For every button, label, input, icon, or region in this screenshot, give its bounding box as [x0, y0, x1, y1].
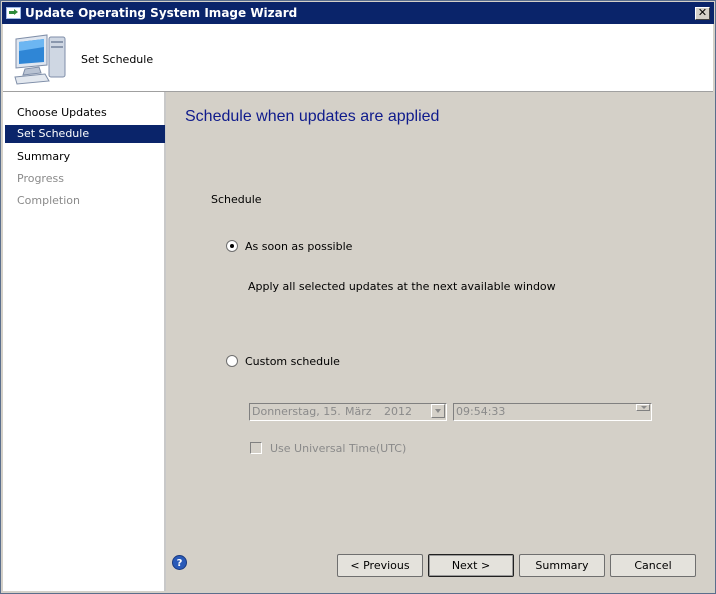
asap-description: Apply all selected updates at the next a…	[248, 280, 556, 293]
wizard-header: Set Schedule	[3, 24, 713, 92]
close-button[interactable]: ✕	[695, 7, 710, 20]
custom-schedule-label[interactable]: Custom schedule	[245, 355, 340, 368]
time-picker[interactable]: 09:54:33	[453, 403, 652, 421]
utc-checkbox-label[interactable]: Use Universal Time(UTC)	[270, 442, 406, 455]
date-picker[interactable]: Donnerstag, 15. März 2012	[249, 403, 447, 421]
utc-checkbox[interactable]	[250, 442, 262, 454]
custom-schedule-radio[interactable]	[226, 355, 238, 367]
time-value: 09:54:33	[456, 405, 506, 418]
previous-button[interactable]: < Previous	[337, 554, 423, 577]
page-title: Schedule when updates are applied	[185, 108, 440, 125]
asap-radio-label[interactable]: As soon as possible	[245, 240, 352, 253]
spin-down-icon[interactable]	[636, 404, 650, 411]
asap-radio[interactable]	[226, 240, 238, 252]
cancel-button[interactable]: Cancel	[610, 554, 696, 577]
step-progress: Progress	[17, 172, 64, 185]
date-month: März	[345, 405, 372, 418]
wizard-steps-sidebar: Choose Updates Set Schedule Summary Prog…	[3, 92, 166, 591]
step-summary[interactable]: Summary	[5, 148, 165, 166]
computer-monitor-icon	[14, 34, 66, 85]
wizard-content: Schedule when updates are applied Schedu…	[168, 92, 714, 592]
chevron-down-icon[interactable]	[431, 404, 445, 418]
help-icon[interactable]: ?	[172, 555, 187, 570]
step-set-schedule[interactable]: Set Schedule	[5, 125, 165, 143]
header-title: Set Schedule	[81, 53, 154, 66]
next-button[interactable]: Next >	[428, 554, 514, 577]
summary-button[interactable]: Summary	[519, 554, 605, 577]
date-year: 2012	[384, 405, 412, 418]
date-weekday-day: Donnerstag, 15.	[252, 405, 341, 418]
schedule-label: Schedule	[211, 193, 262, 206]
wizard-app-icon	[6, 7, 21, 19]
wizard-window: Update Operating System Image Wizard ✕ S…	[0, 0, 716, 594]
window-title: Update Operating System Image Wizard	[25, 6, 298, 20]
step-completion: Completion	[17, 194, 81, 207]
step-choose-updates[interactable]: Choose Updates	[5, 104, 165, 122]
title-bar: Update Operating System Image Wizard ✕	[2, 2, 714, 24]
